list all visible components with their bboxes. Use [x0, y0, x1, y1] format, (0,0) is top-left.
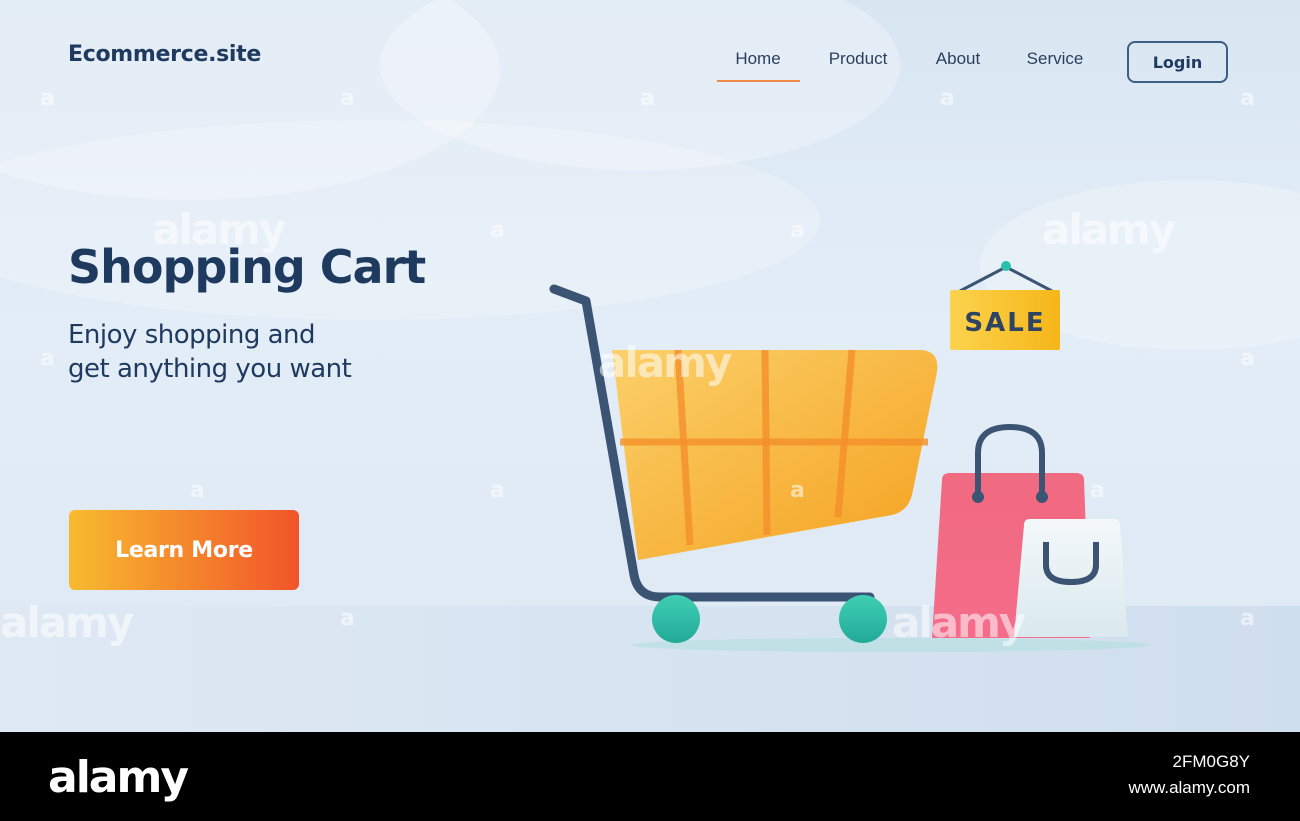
alamy-logo: alamy: [48, 752, 189, 803]
nav-product[interactable]: Product: [818, 49, 898, 75]
sale-sign-icon: SALE: [950, 261, 1060, 350]
shopping-cart-icon: [549, 284, 938, 643]
nav-service[interactable]: Service: [1018, 49, 1092, 75]
ground-shadow: [630, 638, 1150, 652]
stock-footer: alamy 2FM0G8Y www.alamy.com: [0, 732, 1300, 821]
hero-subtitle-line-2: get anything you want: [68, 354, 352, 384]
watermark-mark: a: [190, 478, 205, 503]
sale-sign-text: SALE: [964, 308, 1045, 338]
watermark-mark: a: [1240, 346, 1255, 371]
hero-title: Shopping Cart: [68, 240, 426, 294]
footer-url: www.alamy.com: [1128, 778, 1250, 797]
nav-home[interactable]: Home: [722, 49, 794, 75]
learn-more-button[interactable]: Learn More: [69, 510, 299, 590]
watermark-mark: a: [1240, 86, 1255, 111]
shopping-illustration: SALE: [549, 261, 1150, 652]
watermark-mark: a: [40, 346, 55, 371]
brand-logo[interactable]: Ecommerce.site: [68, 42, 261, 67]
nav-active-indicator: [717, 80, 800, 82]
login-button[interactable]: Login: [1127, 41, 1228, 83]
hero-subtitle-line-1: Enjoy shopping and: [68, 320, 316, 350]
shopping-bag-icon: [932, 423, 1128, 638]
image-id: 2FM0G8Y: [1172, 752, 1250, 771]
hero-subtitle: Enjoy shopping and get anything you want: [68, 318, 352, 386]
nav-about[interactable]: About: [925, 49, 991, 75]
watermark-mark: a: [490, 478, 505, 503]
watermark-mark: a: [940, 86, 955, 111]
landing-page: Ecommerce.site Home Product About Servic…: [0, 0, 1300, 732]
